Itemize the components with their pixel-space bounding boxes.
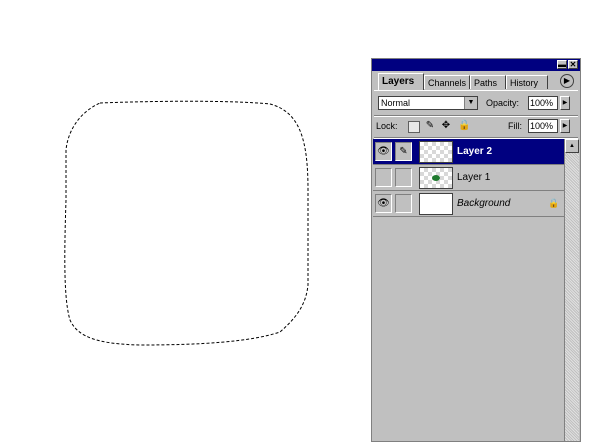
fill-input[interactable]: 100%: [528, 119, 558, 133]
divider: [374, 115, 578, 117]
opacity-slider-arrow-icon[interactable]: ▶: [560, 96, 570, 110]
lock-row: Lock: ✎ ✥ 🔒 Fill: 100% ▶: [376, 119, 576, 135]
layer-thumbnail: [419, 141, 453, 163]
lock-label: Lock:: [376, 121, 398, 131]
opacity-label: Opacity:: [486, 98, 520, 108]
layer-row-background[interactable]: 👁 Background 🔒: [373, 191, 564, 217]
blend-mode-value: Normal: [381, 98, 411, 108]
layer-row-layer-1[interactable]: Layer 1: [373, 165, 564, 191]
brush-icon[interactable]: ✎: [395, 142, 412, 161]
lock-position-icon[interactable]: ✥: [440, 120, 452, 132]
tab-underline: [374, 90, 578, 91]
layer-name: Layer 2: [457, 146, 493, 157]
lock-all-icon[interactable]: 🔒: [458, 120, 470, 132]
minimize-icon[interactable]: ▬: [557, 60, 567, 69]
layers-scrollbar[interactable]: ▲: [564, 139, 579, 441]
tab-layers[interactable]: Layers: [378, 73, 424, 90]
scroll-up-icon[interactable]: ▲: [565, 139, 579, 153]
link-toggle[interactable]: [395, 168, 412, 187]
link-toggle[interactable]: [395, 194, 412, 213]
eye-icon[interactable]: 👁: [375, 142, 392, 161]
lock-image-icon[interactable]: ✎: [424, 120, 436, 132]
layers-list: 👁 ✎ Layer 2 Layer 1 👁 Background 🔒: [373, 139, 564, 441]
layer-name: Layer 1: [457, 172, 491, 183]
tab-paths[interactable]: Paths: [470, 75, 506, 89]
blend-row: Normal ▼ Opacity: 100% ▶: [378, 96, 578, 112]
blend-mode-select[interactable]: Normal ▼: [378, 96, 478, 110]
visibility-toggle[interactable]: [375, 168, 392, 187]
palette-menu-icon[interactable]: ▶: [560, 74, 574, 88]
green-dot-icon: [432, 175, 440, 181]
layer-name: Background: [457, 198, 511, 209]
tab-history[interactable]: History: [506, 75, 548, 89]
layers-palette: ▬ ✕ Channels Paths History Layers ▶ Norm…: [371, 58, 581, 442]
layer-thumbnail: [419, 193, 453, 215]
fill-slider-arrow-icon[interactable]: ▶: [560, 119, 570, 133]
lock-transparency-icon[interactable]: [408, 121, 420, 133]
close-icon[interactable]: ✕: [568, 60, 578, 69]
layer-row-layer-2[interactable]: 👁 ✎ Layer 2: [373, 139, 564, 165]
layer-thumbnail: [419, 167, 453, 189]
palette-tabs: Channels Paths History Layers ▶: [376, 73, 576, 91]
opacity-input[interactable]: 100%: [528, 96, 558, 110]
eye-icon[interactable]: 👁: [375, 194, 392, 213]
tab-channels[interactable]: Channels: [424, 75, 470, 89]
lock-icon: 🔒: [548, 198, 560, 208]
fill-label: Fill:: [508, 121, 522, 131]
chevron-down-icon[interactable]: ▼: [464, 97, 477, 109]
palette-titlebar[interactable]: ▬ ✕: [372, 59, 580, 71]
